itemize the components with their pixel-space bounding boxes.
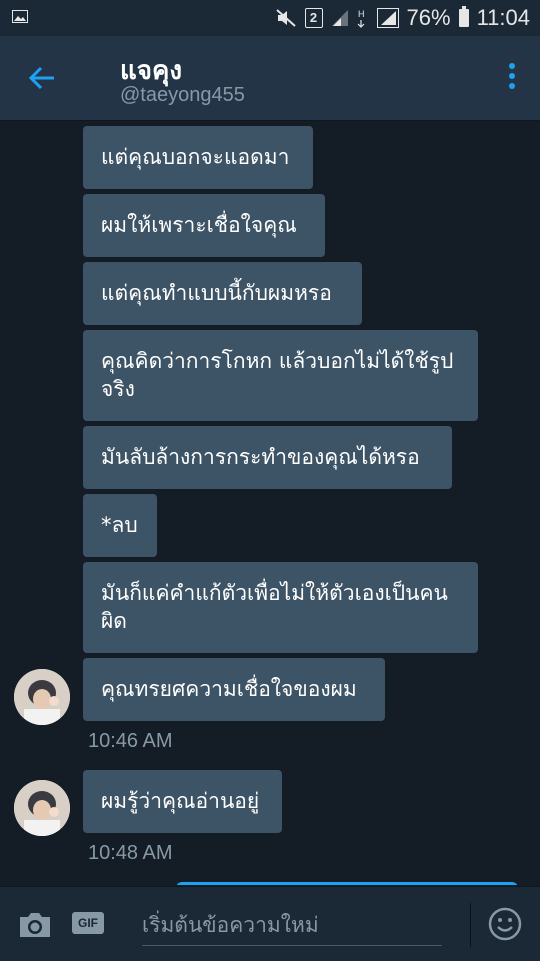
- hplus-icon: H: [357, 9, 365, 28]
- message-bubble[interactable]: แต่คุณบอกจะแอดมา: [83, 126, 313, 189]
- battery-percent: 76%: [406, 5, 451, 30]
- svg-text:H: H: [358, 9, 365, 19]
- sender-avatar[interactable]: [14, 669, 70, 725]
- camera-icon[interactable]: [18, 911, 52, 939]
- more-options-icon[interactable]: [504, 60, 520, 96]
- avatar-photo-icon: [14, 669, 70, 725]
- clock: 11:04: [476, 5, 530, 30]
- message-bubble[interactable]: *ลบ: [83, 494, 157, 557]
- mute-icon: [275, 9, 296, 27]
- sim-badge: 2: [304, 8, 323, 28]
- message-input[interactable]: [142, 905, 442, 946]
- message-timestamp: 10:48 AM: [88, 842, 173, 864]
- emoji-icon[interactable]: [488, 907, 522, 941]
- message-bubble[interactable]: มันก็แค่คำแก้ตัวเพื่อไม่ให้ตัวเองเป็นคนผ…: [83, 562, 478, 653]
- message-composer: GIF: [0, 886, 540, 961]
- conversation-handle[interactable]: @taeyong455: [120, 84, 245, 107]
- message-bubble[interactable]: มันลับล้างการกระทำของคุณได้หรอ: [83, 426, 452, 489]
- sender-avatar[interactable]: [14, 780, 70, 836]
- conversation-header: แจคุง @taeyong455: [0, 36, 540, 121]
- avatar-photo-icon: [14, 780, 70, 836]
- battery-icon: [458, 6, 469, 27]
- signal-full-icon: [376, 8, 399, 28]
- message-bubble[interactable]: ผมรู้ว่าคุณอ่านอยู่: [83, 770, 282, 833]
- message-bubble[interactable]: ผมให้เพราะเชื่อใจคุณ: [83, 194, 325, 257]
- message-timestamp: 10:46 AM: [88, 730, 173, 752]
- signal-icon: [331, 10, 348, 26]
- status-bar: 2 H 76% 11:04: [0, 0, 540, 36]
- gif-button[interactable]: GIF: [72, 912, 104, 934]
- composer-divider: [470, 903, 471, 947]
- outgoing-message-bubble[interactable]: [176, 882, 518, 885]
- message-list[interactable]: แต่คุณบอกจะแอดมา ผมให้เพราะเชื่อใจคุณ แต…: [0, 121, 540, 885]
- message-bubble[interactable]: คุณทรยศความเชื่อใจของผม: [83, 658, 385, 721]
- message-bubble[interactable]: คุณคิดว่าการโกหก แล้วบอกไม่ได้ใช้รูปจริง: [83, 330, 478, 421]
- message-bubble[interactable]: แต่คุณทำแบบนี้กับผมหรอ: [83, 262, 362, 325]
- image-icon: [12, 10, 28, 23]
- back-arrow-icon[interactable]: [26, 62, 58, 94]
